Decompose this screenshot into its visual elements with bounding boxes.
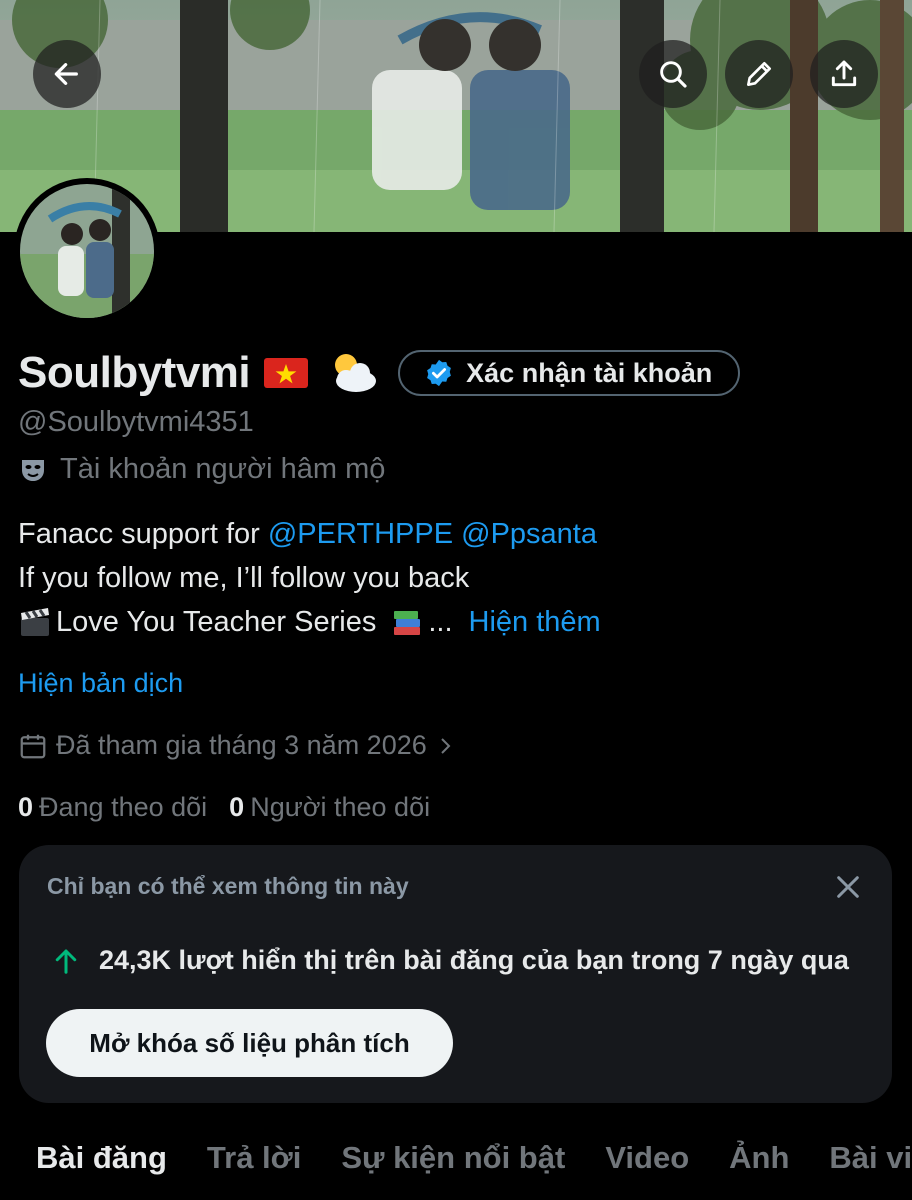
avatar[interactable] bbox=[14, 178, 160, 324]
verify-account-label: Xác nhận tài khoản bbox=[466, 357, 713, 388]
verified-badge-icon bbox=[427, 359, 452, 387]
account-type-label: Tài khoản người hâm mộ bbox=[60, 453, 386, 485]
mention-link-ppsanta[interactable]: @Ppsanta bbox=[461, 512, 597, 556]
close-icon[interactable] bbox=[832, 871, 864, 903]
performing-arts-mask-icon bbox=[22, 459, 44, 481]
joined-date-label: Đã tham gia tháng 3 năm 2026 bbox=[56, 730, 427, 760]
private-note: Chỉ bạn có thể xem thông tin này bbox=[47, 873, 409, 899]
show-more-link[interactable]: Hiện thêm bbox=[469, 600, 601, 644]
following-count: 0 bbox=[18, 792, 34, 822]
bio-line-3: Love You Teacher Series ... Hiện thêm bbox=[18, 600, 601, 644]
display-name: Soulbytvmi bbox=[18, 348, 251, 397]
tab-replies[interactable]: Trả lời bbox=[207, 1140, 301, 1176]
arrow-up-icon bbox=[55, 949, 77, 974]
following-label: Đang theo dõi bbox=[39, 792, 208, 822]
following-link[interactable]: 0 Đang theo dõi bbox=[18, 792, 207, 823]
analytics-card: Chỉ bạn có thể xem thông tin này 24,3K l… bbox=[19, 845, 892, 1103]
followers-link[interactable]: 0 Người theo dõi bbox=[229, 792, 430, 823]
arrow-left-icon bbox=[54, 63, 78, 85]
share-button[interactable] bbox=[810, 40, 878, 108]
calendar-icon bbox=[20, 734, 46, 758]
profile-tabs: Bài đăng Trả lời Sự kiện nổi bật Video Ả… bbox=[36, 1140, 912, 1176]
tab-articles[interactable]: Bài viết bbox=[829, 1140, 912, 1176]
tab-posts[interactable]: Bài đăng bbox=[36, 1140, 167, 1176]
tab-photos[interactable]: Ảnh bbox=[729, 1140, 789, 1176]
bio-text: Fanacc support for bbox=[18, 518, 268, 550]
clapper-board-icon bbox=[21, 608, 49, 636]
name-row: Soulbytvmi Xác nhận tài khoản bbox=[18, 344, 741, 402]
unlock-analytics-button[interactable]: Mở khóa số liệu phân tích bbox=[46, 1009, 453, 1077]
follow-stats: 0 Đang theo dõi 0 Người theo dõi bbox=[18, 792, 452, 823]
books-icon bbox=[394, 611, 421, 635]
bio-ellipsis: ... bbox=[428, 606, 453, 638]
back-button[interactable] bbox=[33, 40, 101, 108]
bio-line-2: If you follow me, I’ll follow you back bbox=[18, 562, 470, 594]
bio-series-text: Love You Teacher Series bbox=[56, 606, 377, 638]
show-translation-link[interactable]: Hiện bản dịch bbox=[18, 668, 183, 699]
search-icon bbox=[660, 61, 687, 88]
joined-date[interactable]: Đã tham gia tháng 3 năm 2026 bbox=[18, 730, 465, 761]
edit-button[interactable] bbox=[725, 40, 793, 108]
followers-label: Người theo dõi bbox=[250, 792, 431, 822]
sun-behind-cloud-icon bbox=[335, 354, 377, 392]
bio: Fanacc support for @PERTHPPE @Ppsanta If… bbox=[18, 512, 601, 644]
tab-videos[interactable]: Video bbox=[605, 1140, 689, 1176]
vietnam-flag-icon bbox=[264, 358, 309, 388]
followers-count: 0 bbox=[229, 792, 245, 822]
account-type: Tài khoản người hâm mộ bbox=[18, 453, 385, 486]
chevron-right-icon bbox=[441, 737, 451, 754]
impressions-stat: 24,3K lượt hiển thị trên bài đăng của bạ… bbox=[51, 945, 849, 976]
mention-link-perthppe[interactable]: @PERTHPPE bbox=[268, 512, 453, 556]
avatar-photo bbox=[20, 184, 154, 318]
tab-highlights[interactable]: Sự kiện nổi bật bbox=[341, 1140, 565, 1176]
bio-line-1: Fanacc support for @PERTHPPE @Ppsanta bbox=[18, 512, 601, 556]
handle: @Soulbytvmi4351 bbox=[18, 406, 254, 438]
share-icon bbox=[831, 60, 857, 87]
search-button[interactable] bbox=[639, 40, 707, 108]
pencil-icon bbox=[747, 62, 771, 86]
impressions-text: 24,3K lượt hiển thị trên bài đăng của bạ… bbox=[99, 945, 849, 975]
verify-account-button[interactable]: Xác nhận tài khoản bbox=[398, 350, 741, 396]
